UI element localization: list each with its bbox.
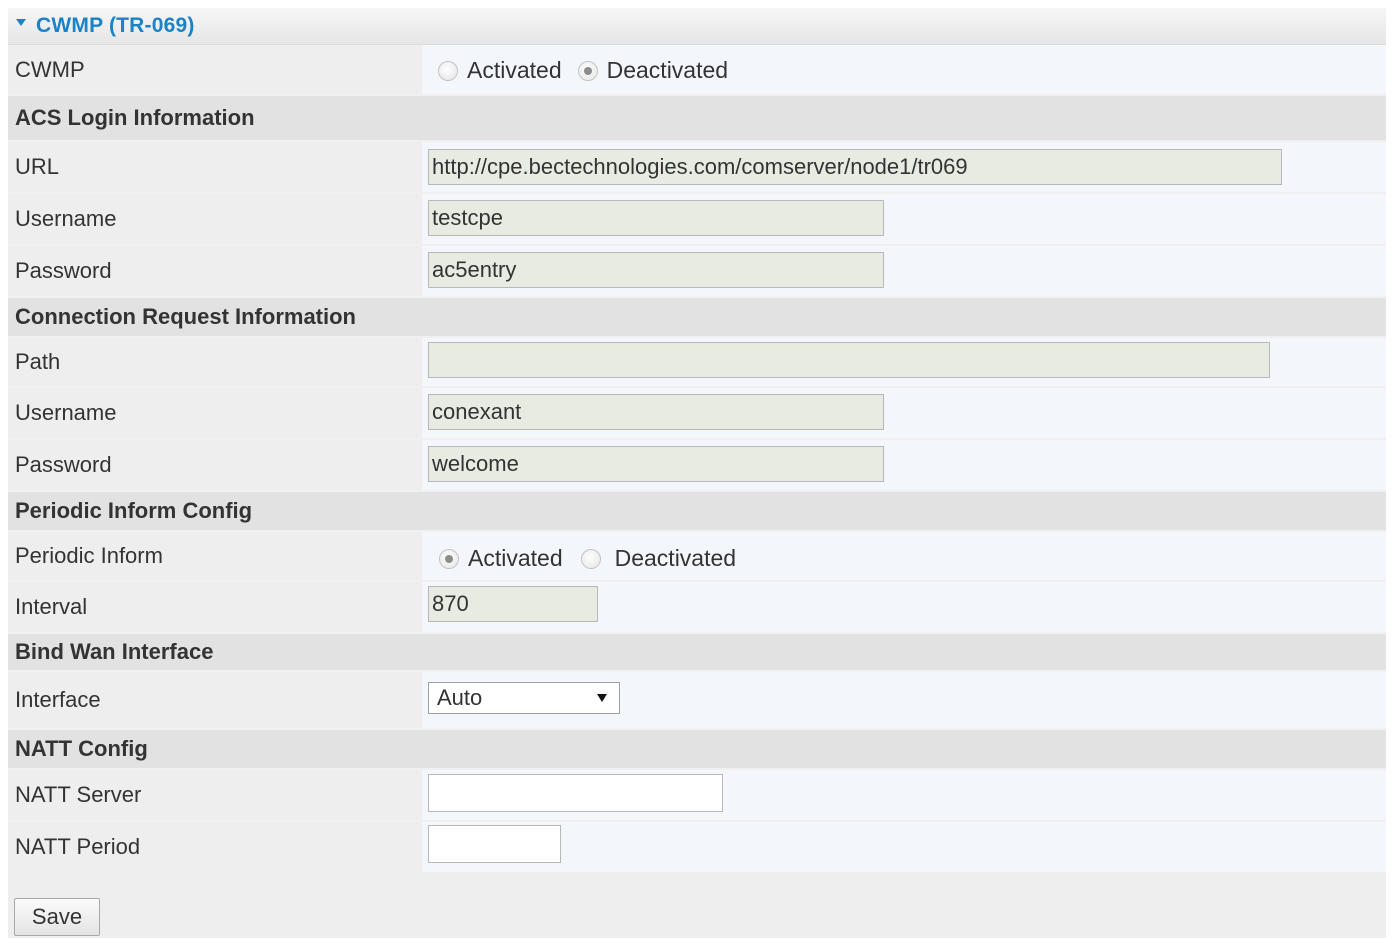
conn-section-title: Connection Request Information xyxy=(8,298,1386,336)
conn-username-cell xyxy=(422,388,1386,438)
conn-username-row: Username xyxy=(8,388,1386,438)
periodic-inform-cell: Activated Deactivated xyxy=(422,532,1386,580)
periodic-activated-radio[interactable] xyxy=(439,548,459,569)
periodic-inform-label: Periodic Inform xyxy=(8,532,422,580)
interface-select[interactable]: Auto xyxy=(428,682,620,714)
acs-username-label: Username xyxy=(8,194,422,244)
natt-period-cell xyxy=(422,822,1386,872)
natt-server-row: NATT Server xyxy=(8,770,1386,820)
natt-period-label: NATT Period xyxy=(8,822,422,872)
conn-path-label: Path xyxy=(8,338,422,386)
acs-url-label: URL xyxy=(8,142,422,192)
periodic-deactivated-radio[interactable] xyxy=(580,548,601,569)
interval-cell xyxy=(422,582,1386,632)
conn-path-row: Path xyxy=(8,338,1386,386)
cwmp-panel: CWMP (TR-069) CWMP Activated Deactivated… xyxy=(8,8,1386,938)
acs-url-cell xyxy=(422,142,1386,192)
acs-url-row: URL xyxy=(8,142,1386,192)
interval-label: Interval xyxy=(8,582,422,632)
conn-username-input[interactable] xyxy=(428,394,884,430)
interval-row: Interval xyxy=(8,582,1386,632)
acs-url-input[interactable] xyxy=(428,149,1282,185)
acs-username-cell xyxy=(422,194,1386,244)
cwmp-value-cell: Activated Deactivated xyxy=(422,45,1386,94)
conn-password-row: Password xyxy=(8,440,1386,490)
natt-period-input[interactable] xyxy=(428,825,561,863)
natt-server-label: NATT Server xyxy=(8,770,422,820)
interface-selected-value: Auto xyxy=(437,685,483,710)
save-button[interactable]: Save xyxy=(14,898,100,936)
periodic-inform-row: Periodic Inform Activated Deactivated xyxy=(8,532,1386,580)
acs-password-label: Password xyxy=(8,246,422,296)
cwmp-activated-radio[interactable] xyxy=(438,60,458,81)
periodic-deactivated-label[interactable]: Deactivated xyxy=(615,545,736,572)
acs-username-input[interactable] xyxy=(428,200,884,236)
cwmp-activated-label[interactable]: Activated xyxy=(467,57,562,84)
natt-server-cell xyxy=(422,770,1386,820)
cwmp-deactivated-label[interactable]: Deactivated xyxy=(607,57,728,84)
acs-password-row: Password xyxy=(8,246,1386,296)
conn-path-cell xyxy=(422,338,1386,386)
acs-section-title: ACS Login Information xyxy=(8,96,1386,140)
page-title: CWMP (TR-069) xyxy=(36,14,195,37)
conn-username-label: Username xyxy=(8,388,422,438)
panel-header[interactable]: CWMP (TR-069) xyxy=(8,8,1386,45)
cwmp-label: CWMP xyxy=(8,45,422,94)
cwmp-deactivated-radio[interactable] xyxy=(577,60,598,81)
interface-label: Interface xyxy=(8,672,422,728)
periodic-radio-group: Activated Deactivated xyxy=(439,545,736,572)
conn-password-input[interactable] xyxy=(428,446,884,482)
acs-password-cell xyxy=(422,246,1386,296)
acs-password-input[interactable] xyxy=(428,252,884,288)
natt-server-input[interactable] xyxy=(428,774,723,812)
bind-section-title: Bind Wan Interface xyxy=(8,634,1386,670)
periodic-section-title: Periodic Inform Config xyxy=(8,492,1386,530)
natt-section-title: NATT Config xyxy=(8,730,1386,768)
conn-password-label: Password xyxy=(8,440,422,490)
natt-period-row: NATT Period xyxy=(8,822,1386,872)
dropdown-arrow-icon xyxy=(597,694,607,702)
collapse-arrow-icon[interactable] xyxy=(16,18,26,26)
interval-input[interactable] xyxy=(428,586,598,622)
form-footer: Save xyxy=(8,872,1386,938)
conn-path-input[interactable] xyxy=(428,342,1270,378)
cwmp-radio-group: Activated Deactivated xyxy=(438,57,728,84)
acs-username-row: Username xyxy=(8,194,1386,244)
conn-password-cell xyxy=(422,440,1386,490)
periodic-activated-label[interactable]: Activated xyxy=(468,545,563,572)
interface-row: Interface Auto xyxy=(8,672,1386,728)
interface-cell: Auto xyxy=(422,672,1386,728)
cwmp-row: CWMP Activated Deactivated xyxy=(8,45,1386,94)
